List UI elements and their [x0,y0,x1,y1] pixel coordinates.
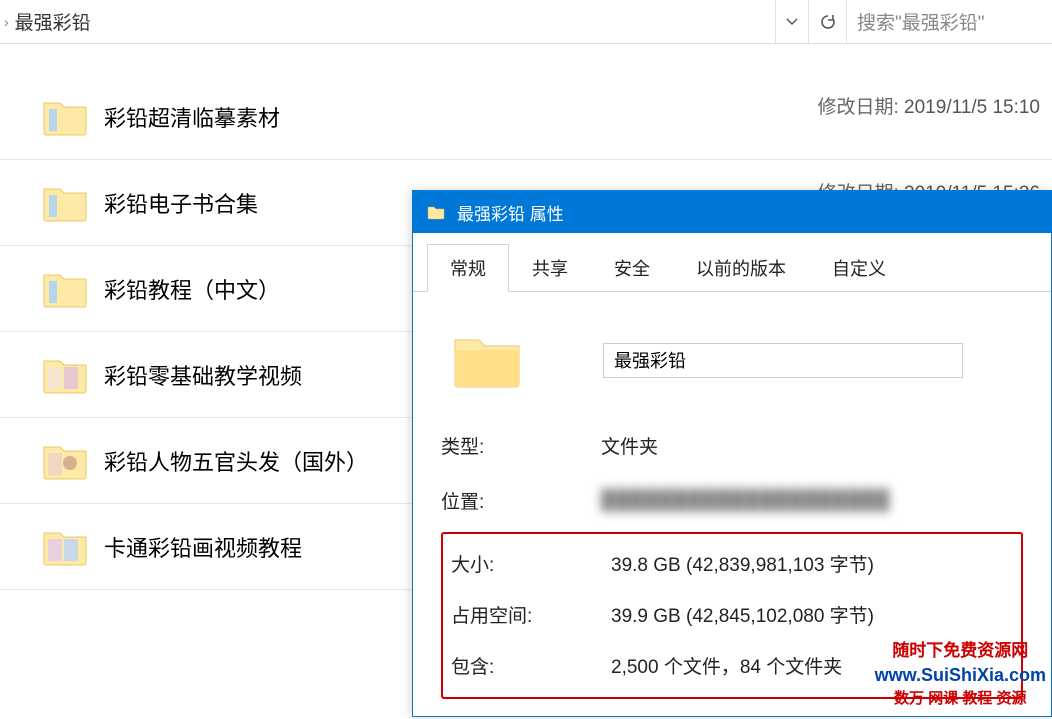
dialog-tabs: 常规 共享 安全 以前的版本 自定义 [413,233,1051,292]
watermark-line3: 数万 网课 教程 资源 [875,688,1046,709]
type-row: 类型: 文件夹 [441,418,1023,473]
folder-icon [42,97,88,137]
size-value: 39.8 GB (42,839,981,103 字节) [611,550,1013,577]
type-label: 类型: [441,432,601,459]
tab-previous-versions[interactable]: 以前的版本 [673,244,809,292]
watermark: 随时下免费资源网 www.SuiShiXia.com 数万 网课 教程 资源 [875,639,1046,709]
name-row [441,312,1023,418]
folder-item[interactable]: 彩铅超清临摹素材 修改日期: 2019/11/5 15:10 [0,74,1052,160]
folder-icon [42,527,88,567]
type-value: 文件夹 [601,432,1023,459]
history-dropdown[interactable] [776,0,808,43]
tab-general[interactable]: 常规 [427,244,509,292]
breadcrumb[interactable]: › 最强彩铅 [0,0,775,43]
folder-icon [42,355,88,395]
address-bar: › 最强彩铅 搜索"最强彩铅" [0,0,1052,44]
refresh-button[interactable] [808,0,846,43]
sizeondisk-value: 39.9 GB (42,845,102,080 字节) [611,601,1013,628]
dialog-title: 最强彩铅 属性 [457,200,564,225]
watermark-line2: www.SuiShiXia.com [875,663,1046,688]
location-row: 位置: ████████████████████ [441,473,1023,528]
tab-customize[interactable]: 自定义 [809,244,909,292]
size-row: 大小: 39.8 GB (42,839,981,103 字节) [451,538,1013,589]
watermark-line1: 随时下免费资源网 [875,639,1046,663]
contains-label: 包含: [451,652,611,679]
address-controls [775,0,846,43]
size-label: 大小: [451,550,611,577]
search-placeholder: 搜索"最强彩铅" [857,8,985,35]
sizeondisk-label: 占用空间: [451,601,611,628]
folder-icon [42,269,88,309]
breadcrumb-current: 最强彩铅 [15,8,91,35]
folder-icon [42,183,88,223]
folder-name-input[interactable] [603,343,963,378]
folder-icon [42,441,88,481]
chevron-right-icon: › [4,14,9,30]
search-input[interactable]: 搜索"最强彩铅" [846,0,1052,43]
folder-icon [427,204,445,220]
tab-security[interactable]: 安全 [591,244,673,292]
location-value: ████████████████████ [601,490,1023,512]
folder-date: 修改日期: 2019/11/5 15:10 [817,92,1040,119]
folder-icon-large [451,330,523,390]
sizeondisk-row: 占用空间: 39.9 GB (42,845,102,080 字节) [451,589,1013,640]
location-label: 位置: [441,487,601,514]
tab-sharing[interactable]: 共享 [509,244,591,292]
dialog-titlebar[interactable]: 最强彩铅 属性 [413,191,1051,233]
properties-dialog: 最强彩铅 属性 常规 共享 安全 以前的版本 自定义 类型: 文件夹 位置: █… [412,190,1052,717]
